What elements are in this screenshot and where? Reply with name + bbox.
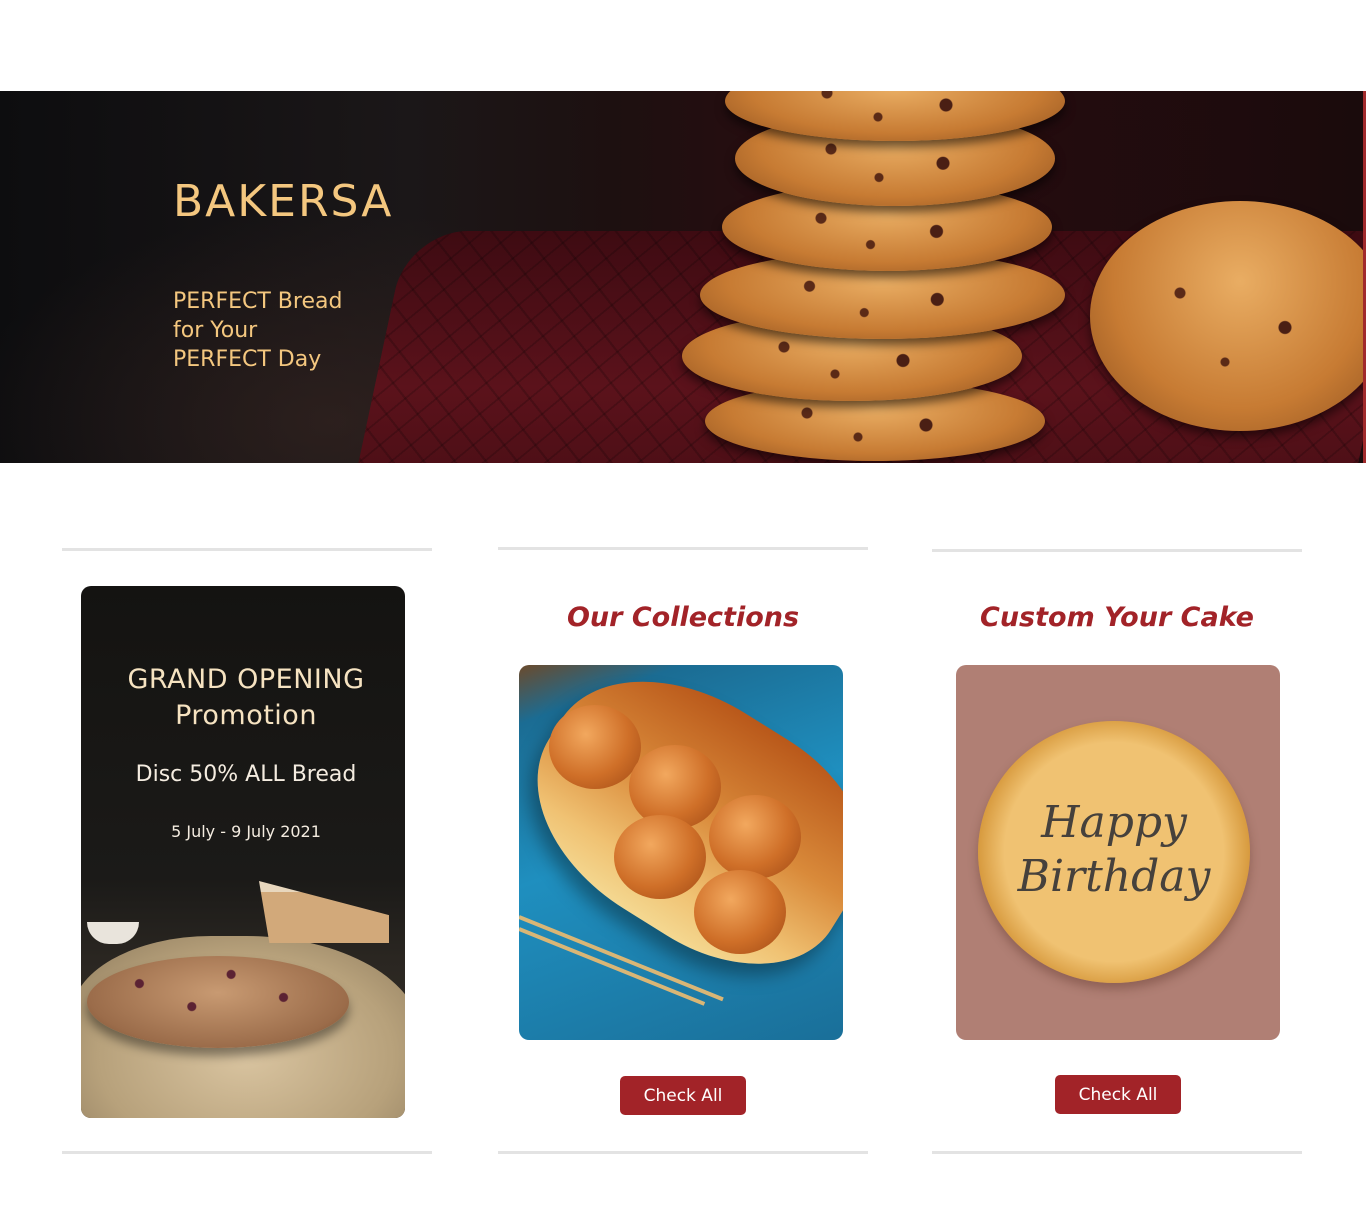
- divider: [498, 1151, 868, 1154]
- tagline-line: for Your: [173, 318, 258, 343]
- cake-image: [87, 956, 349, 1048]
- divider: [62, 548, 432, 551]
- custom-cake-photo: Happy Birthday: [956, 665, 1280, 1040]
- bread-braid-image: [694, 870, 786, 954]
- tagline-line: PERFECT Bread: [173, 289, 343, 314]
- brand-title: BAKERSA: [173, 176, 394, 227]
- promo-heading-line: Promotion: [175, 700, 317, 731]
- cake-inscription: Happy Birthday: [978, 796, 1250, 904]
- promo-heading: GRAND OPENING Promotion: [81, 662, 405, 734]
- hero-banner: BAKERSA PERFECT Bread for Your PERFECT D…: [0, 91, 1366, 463]
- cake-slice-image: [259, 881, 389, 943]
- bread-braid-image: [549, 705, 641, 789]
- promo-discount: Disc 50% ALL Bread: [135, 762, 357, 787]
- collections-title: Our Collections: [566, 602, 800, 633]
- promo-heading-line: GRAND OPENING: [127, 664, 365, 695]
- divider: [932, 1151, 1302, 1154]
- tagline-line: PERFECT Day: [173, 347, 322, 372]
- divider: [932, 549, 1302, 552]
- promo-bowl-image: [87, 922, 139, 944]
- birthday-cake-image: Happy Birthday: [978, 721, 1250, 983]
- divider: [498, 547, 868, 550]
- promo-card[interactable]: GRAND OPENING Promotion Disc 50% ALL Bre…: [81, 586, 405, 1118]
- collections-check-all-button[interactable]: Check All: [620, 1076, 746, 1115]
- cake-inscription-line: Birthday: [1017, 851, 1211, 902]
- promo-dates: 5 July - 9 July 2021: [171, 822, 321, 841]
- bread-braid-image: [709, 795, 801, 879]
- cake-inscription-line: Happy: [1041, 797, 1187, 848]
- hero-tagline: PERFECT Bread for Your PERFECT Day: [173, 287, 393, 374]
- divider: [62, 1151, 432, 1154]
- bread-photo: [519, 665, 843, 1040]
- bread-braid-image: [614, 815, 706, 899]
- custom-cake-check-all-button[interactable]: Check All: [1055, 1075, 1181, 1114]
- custom-cake-title: Custom Your Cake: [980, 602, 1254, 633]
- hero-text-block: BAKERSA PERFECT Bread for Your PERFECT D…: [173, 176, 393, 374]
